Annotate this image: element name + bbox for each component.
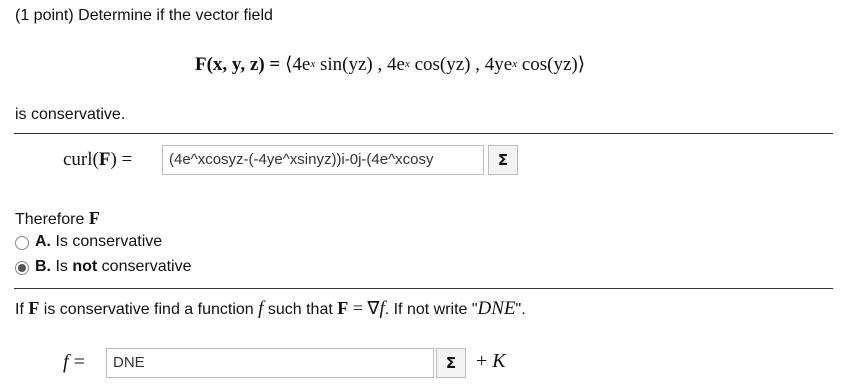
curl-input[interactable]: (4e^xcosyz-(-4ye^xsinyz))i-0j-(4e^xcosy xyxy=(162,145,484,175)
therefore-label: Therefore F xyxy=(15,208,100,228)
is-conservative-text: is conservative. xyxy=(15,106,126,123)
divider-top xyxy=(14,133,833,134)
potential-function-input[interactable]: DNE xyxy=(106,348,434,378)
option-a-radio[interactable] xyxy=(15,236,29,250)
option-b-radio[interactable] xyxy=(15,261,29,275)
field-lhs: F(x, y, z) = xyxy=(195,54,281,75)
f-label: f = xyxy=(63,351,85,373)
divider-bottom xyxy=(14,288,833,289)
plus-constant-label: + K xyxy=(476,350,506,372)
field-rhs: ⟨4ex sin(yz) , 4ex cos(yz) , 4yex cos(yz… xyxy=(284,54,586,75)
potential-question: If F is conservative find a function f s… xyxy=(15,298,526,319)
problem-intro: (1 point) Determine if the vector field xyxy=(15,7,273,24)
option-a-label[interactable]: A. Is conservative xyxy=(35,233,162,251)
option-b-label[interactable]: B. Is not conservative xyxy=(35,258,191,276)
potential-equation-editor-button[interactable]: Σ xyxy=(436,348,466,378)
curl-equation-editor-button[interactable]: Σ xyxy=(488,145,518,175)
curl-label: curl(F) = xyxy=(63,149,133,170)
vector-field-formula: F(x, y, z) = ⟨4ex sin(yz) , 4ex cos(yz) … xyxy=(195,53,585,76)
